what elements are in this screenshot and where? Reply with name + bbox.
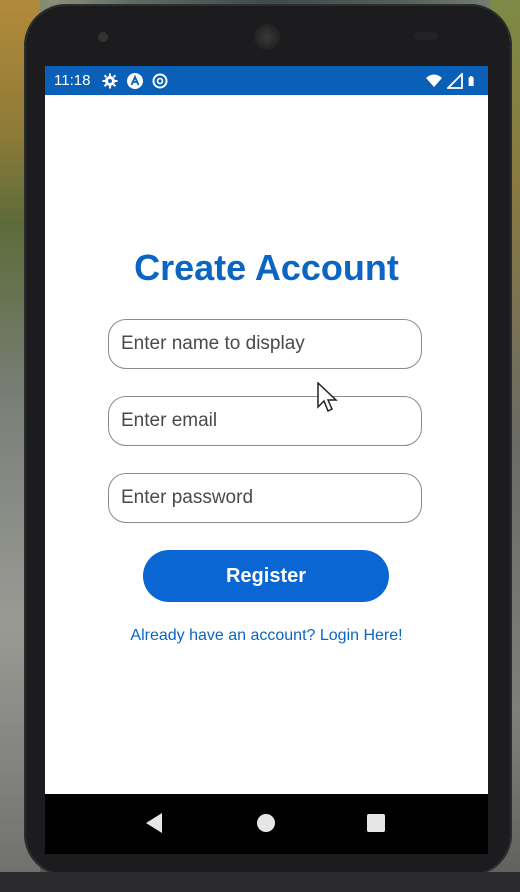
register-form: Create Account Register Already have an … (45, 95, 488, 794)
gear-icon (102, 73, 118, 88)
wifi-icon (426, 74, 442, 87)
sync-icon (152, 73, 168, 88)
email-input[interactable] (108, 396, 422, 446)
home-icon[interactable] (257, 814, 275, 832)
proximity-sensor (414, 32, 438, 40)
status-bar: 11:18 (45, 66, 488, 95)
status-icons-right (426, 72, 478, 89)
app-a-icon (127, 72, 144, 89)
status-icons-left (102, 72, 168, 89)
device-bottom-edge (0, 872, 520, 892)
display-name-input[interactable] (108, 319, 422, 369)
status-time: 11:18 (54, 72, 91, 89)
mouse-cursor-icon (317, 382, 338, 413)
android-nav-bar (45, 794, 488, 854)
battery-icon (468, 75, 474, 86)
register-button[interactable]: Register (143, 550, 389, 602)
signal-icon (447, 72, 463, 89)
login-link[interactable]: Already have an account? Login Here! (45, 627, 488, 645)
page-title: Create Account (134, 247, 399, 288)
recents-icon[interactable] (367, 814, 385, 832)
earpiece-speaker (254, 24, 280, 50)
front-camera (98, 32, 108, 42)
password-input[interactable] (108, 473, 422, 523)
back-icon[interactable] (145, 812, 163, 834)
app-screen: 11:18 Create Account Enter name to displ… (45, 66, 488, 854)
